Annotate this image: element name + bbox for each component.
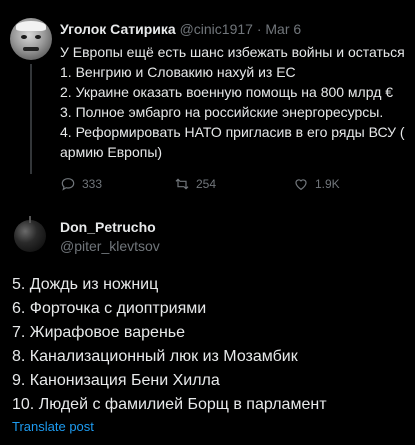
thread-line [30,64,32,174]
reply-button[interactable]: 333 [60,176,102,192]
avatar[interactable] [14,216,46,252]
translate-post-link[interactable]: Translate post [12,419,94,434]
post-date[interactable]: Mar 6 [265,21,301,37]
reply-count: 333 [82,177,103,191]
tweet-line: 2. Украине оказать военную помощь на 800… [60,84,394,100]
tweet-line: 7. Жирафовое варенье [12,324,186,341]
tweet-text: 5. Дождь из ножниц 6. Форточка с диоптри… [12,273,412,417]
avatar[interactable] [10,18,52,60]
like-icon [295,179,307,191]
author-name[interactable]: Уголок Сатирика [60,21,176,37]
quoted-tweet[interactable]: Уголок Сатирика @cinic1917 · Mar 6 У Евр… [0,0,415,205]
retweet-count: 254 [196,177,217,191]
tweet-line: армию Европы) [60,144,163,160]
tweet-line: 4. Реформировать НАТО пригласив в его ря… [60,124,405,140]
tweet-line: 6. Форточка с диоптриями [12,300,207,317]
tweet-header: Уголок Сатирика @cinic1917 · Mar 6 [60,21,301,37]
tweet-line: 10. Людей с фамилией Борщ в парламент [12,396,327,413]
tweet-line: 5. Дождь из ножниц [12,276,159,293]
separator: · [256,21,262,37]
tweet-line: 9. Канонизация Бени Хилла [12,372,220,389]
author-name[interactable]: Don_Petrucho [60,219,156,235]
reply-icon [61,178,75,191]
tweet-line: 8. Канализационный люк из Мозамбик [12,348,298,365]
like-button[interactable]: 1.9K [293,176,340,192]
retweet-icon [175,178,189,190]
tweet-text: У Европы ещё есть шанс избежать войны и … [60,42,415,162]
tweet-line: 3. Полное эмбарго на российские энергоре… [60,104,384,120]
author-handle[interactable]: @cinic1917 [180,21,253,37]
tweet-line: 1. Венгрию и Словакию нахуй из ЕС [60,64,296,80]
author-handle[interactable]: @piter_klevtsov [60,238,160,254]
tweet-line: У Европы ещё есть шанс избежать войны и … [60,44,405,60]
like-count: 1.9K [315,177,340,191]
retweet-button[interactable]: 254 [174,176,216,192]
